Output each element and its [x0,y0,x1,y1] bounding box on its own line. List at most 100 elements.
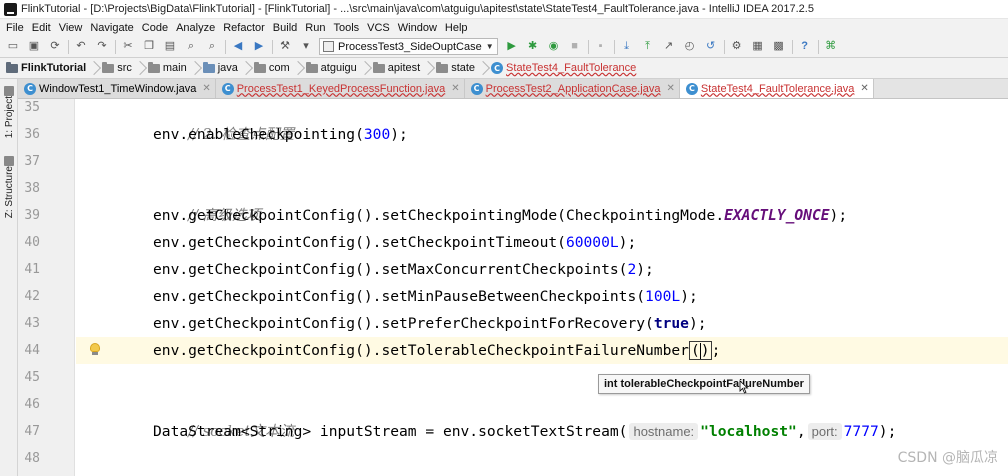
synchronize-icon[interactable]: ⟳ [47,39,63,55]
parameter-info-text: int tolerableCheckpointFailureNumber [604,378,804,390]
menu-file[interactable]: File [2,22,28,34]
back-icon[interactable]: ◀ [230,39,246,55]
run-with-coverage-icon[interactable]: ◉ [546,39,562,55]
vcs-compare-icon[interactable]: ↗ [661,39,677,55]
find-icon[interactable]: ⌕ [183,39,199,55]
cut-icon[interactable]: ✂ [120,39,136,55]
project-structure-icon[interactable]: ▦ [750,39,766,55]
watermark: CSDN @脑瓜凉 [897,450,998,466]
source-folder-icon [202,61,215,73]
main-toolbar: ▭ ▣ ⟳ ↶ ↷ ✂ ❐ ▤ ⌕ ⌕ ◀ ▶ ⚒ ▾ ProcessTest3… [0,36,1008,58]
undo-icon[interactable]: ↶ [73,39,89,55]
menu-view[interactable]: View [55,22,87,34]
vcs-commit-icon[interactable]: ⤒ [640,39,656,55]
menu-refactor[interactable]: Refactor [219,22,269,34]
menu-build[interactable]: Build [269,22,301,34]
breadcrumb-java[interactable]: java [202,61,238,74]
chevron-right-icon [293,59,302,78]
run-configuration-dropdown[interactable]: ProcessTest3_SideOuptCase ▼ [319,38,498,55]
code-editor[interactable]: // 2. 检查点配置 env.enableCheckpointing(300)… [76,99,1008,476]
menu-edit[interactable]: Edit [28,22,55,34]
copy-icon[interactable]: ❐ [141,39,157,55]
project-folder-icon [6,61,18,73]
settings-icon[interactable]: ⚙ [729,39,745,55]
parameter-hint-port: port: [807,423,842,440]
breadcrumb-atguigu[interactable]: atguigu [305,61,357,74]
menu-bar: File Edit View Navigate Code Analyze Ref… [0,19,1008,36]
replace-icon[interactable]: ⌕ [204,39,220,55]
lightbulb-icon[interactable] [90,343,100,357]
close-icon[interactable]: ✕ [451,83,459,94]
build-project-icon[interactable]: ⚒ [277,39,293,55]
menu-tools[interactable]: Tools [329,22,363,34]
code-line: // 2. 检查点配置 [188,126,295,143]
help-icon[interactable]: ? [797,39,813,55]
redo-icon[interactable]: ↷ [94,39,110,55]
breadcrumb-com[interactable]: com [253,61,290,74]
editor-gutter: 35 36 37 38 39 40 41 42 43 44 45 46 47 4… [18,99,75,476]
breadcrumb-apitest[interactable]: apitest [372,61,420,74]
code-line: env.enableCheckpointing(300); [153,126,408,143]
paste-icon[interactable]: ▤ [162,39,178,55]
line-number: 41 [24,262,40,277]
chevron-down-icon: ▼ [485,42,494,51]
tab-statetest4[interactable]: C StateTest4_FaultTolerance.java ✕ [679,79,874,98]
run-configuration-label: ProcessTest3_SideOuptCase [338,40,482,53]
line-number: 44 [24,343,40,358]
matched-paren: () [688,341,712,360]
sdk-manager-icon[interactable]: ▩ [771,39,787,55]
structure-tool-window-button[interactable]: Z: Structure [1,153,17,218]
close-icon[interactable]: ✕ [860,83,868,94]
line-number: 42 [24,289,40,304]
line-number: 37 [24,154,40,169]
menu-analyze[interactable]: Analyze [172,22,219,34]
toolbar-divider [723,39,725,54]
close-icon[interactable]: ✕ [202,83,210,94]
breadcrumb-project[interactable]: FlinkTutorial [6,61,86,74]
chevron-right-icon [89,59,98,78]
menu-vcs[interactable]: VCS [363,22,394,34]
project-tool-window-button[interactable]: 1: Project [1,83,17,138]
code-line: env.getCheckpointConfig().setMaxConcurre… [153,261,654,278]
line-number: 39 [24,208,40,223]
save-all-icon[interactable]: ▣ [26,39,42,55]
breadcrumb-src[interactable]: src [102,61,132,74]
vcs-update-icon[interactable]: ⤓ [619,39,635,55]
forward-icon[interactable]: ▶ [251,39,267,55]
toolbar-divider [817,39,819,54]
chevron-right-icon [190,59,199,78]
debug-icon[interactable]: ✱ [525,39,541,55]
parameter-hint-hostname: hostname: [629,423,699,440]
chevron-right-icon [360,59,369,78]
toolbar-divider [613,39,615,54]
vcs-revert-icon[interactable]: ↺ [703,39,719,55]
code-line: // 高级选项 [188,207,262,224]
class-icon: C [470,82,483,95]
code-line: env.getCheckpointConfig().setMinPauseBet… [153,288,698,305]
breadcrumb-main[interactable]: main [147,61,187,74]
breadcrumb-state[interactable]: state [436,61,475,74]
plugin-icon[interactable]: ⌘ [823,39,839,55]
project-icon [4,86,14,96]
breadcrumb-class[interactable]: C StateTest4_FaultTolerance [491,62,636,74]
code-line: env.getCheckpointConfig().setTolerableCh… [153,341,721,360]
open-folder-icon[interactable]: ▭ [5,39,21,55]
close-icon[interactable]: ✕ [666,83,674,94]
tab-processtest2[interactable]: C ProcessTest2_ApplicationCase.java ✕ [464,79,680,98]
menu-code[interactable]: Code [138,22,172,34]
attach-debugger-icon[interactable]: ▪ [593,39,609,55]
menu-window[interactable]: Window [394,22,441,34]
menu-help[interactable]: Help [441,22,472,34]
vcs-history-icon[interactable]: ◴ [682,39,698,55]
stop-icon[interactable]: ■ [567,39,583,55]
line-number: 46 [24,397,40,412]
line-number: 47 [24,424,40,439]
menu-navigate[interactable]: Navigate [86,22,137,34]
run-config-arrow-icon[interactable]: ▾ [298,39,314,55]
menu-run[interactable]: Run [301,22,329,34]
package-icon [253,61,266,73]
code-line: env.getCheckpointConfig().setCheckpointi… [153,207,848,224]
run-icon[interactable]: ▶ [504,39,520,55]
class-icon: C [491,62,504,74]
class-icon: C [24,82,36,95]
